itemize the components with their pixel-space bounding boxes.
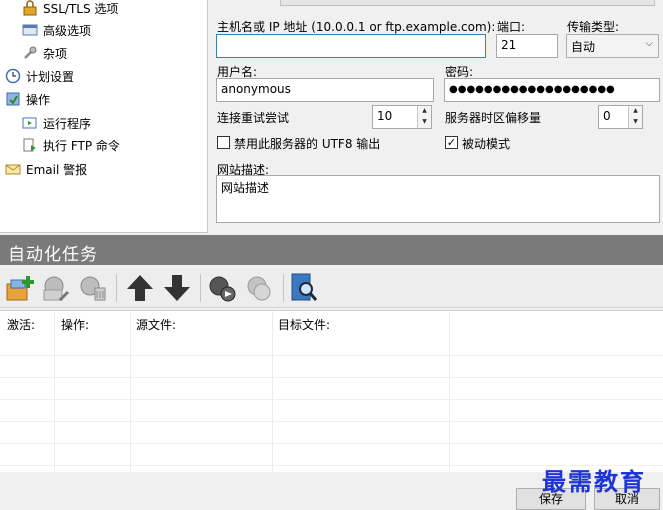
settings-tree: SSL/TLS 选项 高级选项 杂项 计划设置 操作 运行程序 执行 FTP 命… bbox=[0, 0, 208, 233]
host-label: 主机名或 IP 地址 (10.0.0.1 or ftp.example.com)… bbox=[217, 20, 496, 34]
actions-icon bbox=[5, 91, 21, 107]
tree-item-schedule[interactable]: 计划设置 bbox=[5, 66, 74, 86]
tree-item-advanced[interactable]: 高级选项 bbox=[22, 20, 91, 40]
automation-toolbar bbox=[0, 268, 663, 308]
column-active[interactable]: 激活: bbox=[7, 316, 35, 333]
lock-icon bbox=[22, 0, 38, 16]
transfer-type-label: 传输类型: bbox=[567, 20, 620, 34]
tree-item-label: 杂项 bbox=[43, 46, 68, 61]
move-down-icon[interactable] bbox=[161, 272, 193, 304]
port-input[interactable]: 21 bbox=[496, 34, 558, 58]
grid-row-line bbox=[0, 355, 663, 356]
utf8-checkbox[interactable] bbox=[217, 136, 230, 149]
clock-icon bbox=[5, 68, 21, 84]
tree-item-label: 高级选项 bbox=[43, 23, 92, 38]
column-target-file[interactable]: 目标文件: bbox=[278, 316, 330, 333]
toolbar-separator bbox=[283, 274, 284, 302]
timezone-offset-label: 服务器时区偏移量 bbox=[445, 111, 542, 125]
automation-header: 自动化任务 bbox=[0, 235, 663, 265]
host-input[interactable] bbox=[216, 34, 486, 58]
spin-up-icon[interactable]: ▲ bbox=[629, 106, 642, 117]
tree-item-label: 执行 FTP 命令 bbox=[43, 138, 120, 153]
spin-up-icon[interactable]: ▲ bbox=[418, 106, 431, 117]
move-up-icon[interactable] bbox=[124, 272, 156, 304]
grid-row-line bbox=[0, 399, 663, 400]
ftp-command-icon bbox=[22, 137, 38, 153]
timezone-offset-value: 0 bbox=[603, 109, 611, 123]
search-log-icon[interactable] bbox=[288, 272, 320, 304]
tree-item-misc[interactable]: 杂项 bbox=[22, 43, 67, 63]
edit-task-icon[interactable] bbox=[40, 272, 72, 304]
email-icon bbox=[5, 161, 21, 177]
retry-spin-arrows[interactable]: ▲ ▼ bbox=[417, 106, 431, 128]
retry-spinner[interactable]: 10 ▲ ▼ bbox=[372, 105, 432, 129]
retry-value: 10 bbox=[377, 109, 393, 123]
grid-column-divider bbox=[272, 311, 273, 473]
tree-item-label: 计划设置 bbox=[26, 69, 75, 84]
tree-item-ssl-tls[interactable]: SSL/TLS 选项 bbox=[22, 0, 118, 18]
tree-item-label: 操作 bbox=[26, 92, 51, 107]
username-input[interactable]: anonymous bbox=[216, 78, 434, 102]
transfer-type-select[interactable]: 自动 ⌵ bbox=[566, 34, 659, 58]
utf8-label: 禁用此服务器的 UTF8 输出 bbox=[234, 137, 381, 151]
automation-task-grid[interactable]: 激活: 操作: 源文件: 目标文件: bbox=[0, 310, 663, 473]
toolbar-separator bbox=[200, 274, 201, 302]
retry-label: 连接重试尝试 bbox=[217, 111, 290, 125]
column-source-file[interactable]: 源文件: bbox=[136, 316, 176, 333]
spin-down-icon[interactable]: ▼ bbox=[629, 117, 642, 128]
settings-window-icon bbox=[22, 22, 38, 38]
wrench-icon bbox=[22, 45, 38, 61]
spin-down-icon[interactable]: ▼ bbox=[418, 117, 431, 128]
grid-column-divider bbox=[54, 311, 55, 473]
grid-row-line bbox=[0, 443, 663, 444]
grid-column-divider bbox=[130, 311, 131, 473]
transfer-type-value: 自动 bbox=[571, 40, 596, 54]
tree-item-email-alert[interactable]: Email 警报 bbox=[5, 159, 87, 179]
protocol-select-clipped[interactable] bbox=[280, 0, 655, 6]
timezone-offset-spinner[interactable]: 0 ▲ ▼ bbox=[598, 105, 643, 129]
passive-mode-label: 被动模式 bbox=[462, 137, 511, 151]
timezone-spin-arrows[interactable]: ▲ ▼ bbox=[628, 106, 642, 128]
add-task-icon[interactable] bbox=[4, 272, 36, 304]
grid-row-line bbox=[0, 377, 663, 378]
run-task-icon[interactable] bbox=[206, 272, 238, 304]
tree-item-label: 运行程序 bbox=[43, 116, 92, 131]
run-program-icon bbox=[22, 115, 38, 131]
tree-item-label: Email 警报 bbox=[26, 162, 88, 177]
column-operation[interactable]: 操作: bbox=[61, 316, 89, 333]
password-input[interactable]: ●●●●●●●●●●●●●●●●●●● bbox=[444, 78, 660, 102]
delete-task-icon[interactable] bbox=[77, 272, 109, 304]
grid-header: 激活: 操作: 源文件: 目标文件: bbox=[0, 311, 663, 333]
port-label: 端口: bbox=[497, 20, 526, 34]
tree-item-label: SSL/TLS 选项 bbox=[43, 1, 119, 16]
site-description-textarea[interactable]: 网站描述 bbox=[216, 175, 660, 223]
tree-item-run-program[interactable]: 运行程序 bbox=[22, 113, 91, 133]
clone-task-icon[interactable] bbox=[243, 272, 275, 304]
toolbar-separator bbox=[116, 274, 117, 302]
chevron-down-icon: ⌵ bbox=[645, 38, 653, 49]
watermark-text: 最需教育 bbox=[542, 467, 646, 496]
grid-row-line bbox=[0, 421, 663, 422]
tree-item-ftp-command[interactable]: 执行 FTP 命令 bbox=[22, 135, 120, 155]
passive-mode-checkbox[interactable]: ✓ bbox=[445, 136, 458, 149]
tree-item-actions[interactable]: 操作 bbox=[5, 89, 50, 109]
grid-column-divider bbox=[449, 311, 450, 473]
